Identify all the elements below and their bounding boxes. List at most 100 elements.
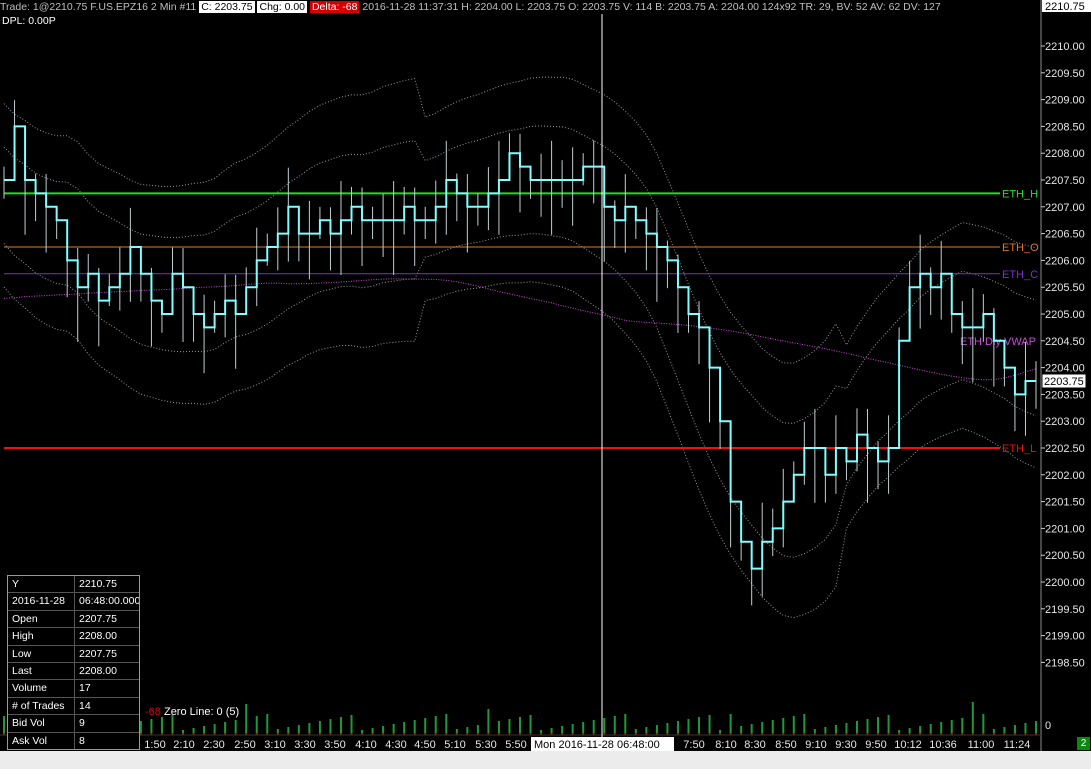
level-label-eth-h: ETH_H (1002, 188, 1038, 200)
price-chart[interactable]: 2210.00 2209.50 2209.00 2208.50 2208.00 2207.… (0, 0, 1091, 769)
volume-bar (634, 729, 637, 733)
volume-delta-bar (845, 733, 848, 735)
info-row: Open 2207.75 (8, 609, 139, 628)
volume-bar (329, 719, 332, 733)
volume-bar (740, 726, 743, 733)
cursor-time-label: Mon 2016-11-28 06:48:00 (534, 739, 660, 751)
chart-header: Trade: 1@2210.75 F.US.EPZ16 2 Min #11 C:… (0, 0, 1040, 14)
header-change-box: Chg: 0.00 (257, 1, 308, 13)
volume-bar (708, 715, 711, 733)
volume-delta-bar (971, 733, 974, 735)
info-row: Volume 17 (8, 679, 139, 697)
x-tick-label: 5:10 (444, 739, 465, 751)
volume-delta-bar (961, 733, 964, 735)
volume-bar (350, 715, 353, 733)
volume-bar (992, 729, 995, 733)
volume-delta-bar (624, 733, 627, 735)
volume-bar (834, 725, 837, 733)
volume-bar (445, 714, 448, 733)
level-label-eth-o: ETH_O (1002, 242, 1039, 254)
volume-delta-bar (603, 733, 606, 735)
volume-delta-bar (382, 733, 385, 735)
header-trade-text: Trade: 1@2210.75 F.US.EPZ16 2 Min #11 (0, 1, 197, 13)
volume-bar (971, 702, 974, 733)
volume-bar (371, 728, 374, 733)
volume-bar (139, 721, 142, 733)
volume-bar (361, 730, 364, 733)
info-row: Y 2210.75 (8, 576, 139, 593)
y-tick-label: 2207.50 (1045, 175, 1085, 187)
volume-delta-bar (213, 733, 216, 735)
volume-delta-bar (1013, 733, 1016, 735)
volume-delta-bar (403, 733, 406, 735)
x-tick-label: 9:50 (865, 739, 886, 751)
x-tick-label: 11:00 (968, 739, 995, 751)
y-tick-label: 2203.00 (1045, 416, 1085, 428)
volume-delta-bar (550, 733, 553, 735)
volume-bar (676, 721, 679, 733)
volume-delta-bar (940, 733, 943, 735)
data-window-panel[interactable]: Y 2210.75 2016-11-28 06:48:00.000 Open 2207… (7, 575, 140, 750)
volume-delta-bar (318, 733, 321, 735)
y-tick-label: 2202.00 (1045, 470, 1085, 482)
volume-delta-bar (708, 733, 711, 735)
volume-delta-bar (371, 733, 374, 735)
cursor-price-label: 2210.75 (1045, 1, 1085, 13)
volume-bar (866, 719, 869, 733)
volume-bar (266, 714, 269, 733)
volume-delta-bar (655, 733, 658, 735)
volume-bar (213, 724, 216, 733)
volume-delta-bar (434, 733, 437, 735)
volume-bar (592, 720, 595, 733)
volume-bar (476, 725, 479, 733)
band-upper-outer (3, 76, 1037, 364)
volume-bar (150, 719, 153, 733)
info-key: Low (8, 645, 75, 662)
y-tick-label: 2200.00 (1045, 577, 1085, 589)
volume-delta-bar (824, 733, 827, 735)
y-tick-label: 2207.00 (1045, 202, 1085, 214)
volume-delta-bar (613, 733, 616, 735)
level-label-eth-c: ETH_C (1002, 269, 1038, 281)
y-tick-label: 2205.00 (1045, 309, 1085, 321)
volume-delta-bar (950, 733, 953, 735)
x-tick-label: 10:12 (894, 739, 922, 751)
header-delta-box: Delta: -68 (309, 1, 360, 13)
band-lower-outer (3, 281, 1037, 619)
y-tick-label: 2203.50 (1045, 389, 1085, 401)
volume-delta-bar (203, 733, 206, 735)
x-tick-label: 2:50 (234, 739, 255, 751)
volume-delta-bar (192, 733, 195, 735)
volume-delta-bar (497, 733, 500, 735)
volume-bar (529, 715, 532, 733)
volume-bar (550, 728, 553, 733)
volume-delta-value: -68 (145, 706, 161, 718)
volume-delta-bar (476, 733, 479, 735)
volume-bar (940, 722, 943, 733)
volume-bar (655, 725, 658, 733)
volume-bar (813, 729, 816, 733)
volume-bar (613, 716, 616, 733)
x-tick-label: 9:10 (805, 739, 826, 751)
volume-bar (771, 720, 774, 733)
volume-bar (466, 727, 469, 733)
volume-delta-bar (276, 733, 279, 735)
x-tick-label: 7:50 (683, 739, 704, 751)
volume-bar (750, 724, 753, 733)
volume-delta-bar (413, 733, 416, 735)
x-tick-label: 2:30 (203, 739, 224, 751)
volume-bar (434, 716, 437, 733)
x-tick-label: 1:50 (144, 739, 165, 751)
volume-bar (276, 729, 279, 733)
volume-delta-bar (245, 733, 248, 735)
volume-delta-bar (224, 733, 227, 735)
info-value: 14 (79, 699, 91, 712)
chart-count-badge[interactable]: 2 (1077, 737, 1090, 750)
x-tick-label: 10:36 (929, 739, 957, 751)
volume-bar (308, 723, 311, 733)
volume-delta-bar (687, 733, 690, 735)
info-key: Last (8, 662, 75, 680)
volume-delta-bar (982, 733, 985, 735)
volume-delta-bar (466, 733, 469, 735)
y-tick-label: 2208.00 (1045, 148, 1085, 160)
